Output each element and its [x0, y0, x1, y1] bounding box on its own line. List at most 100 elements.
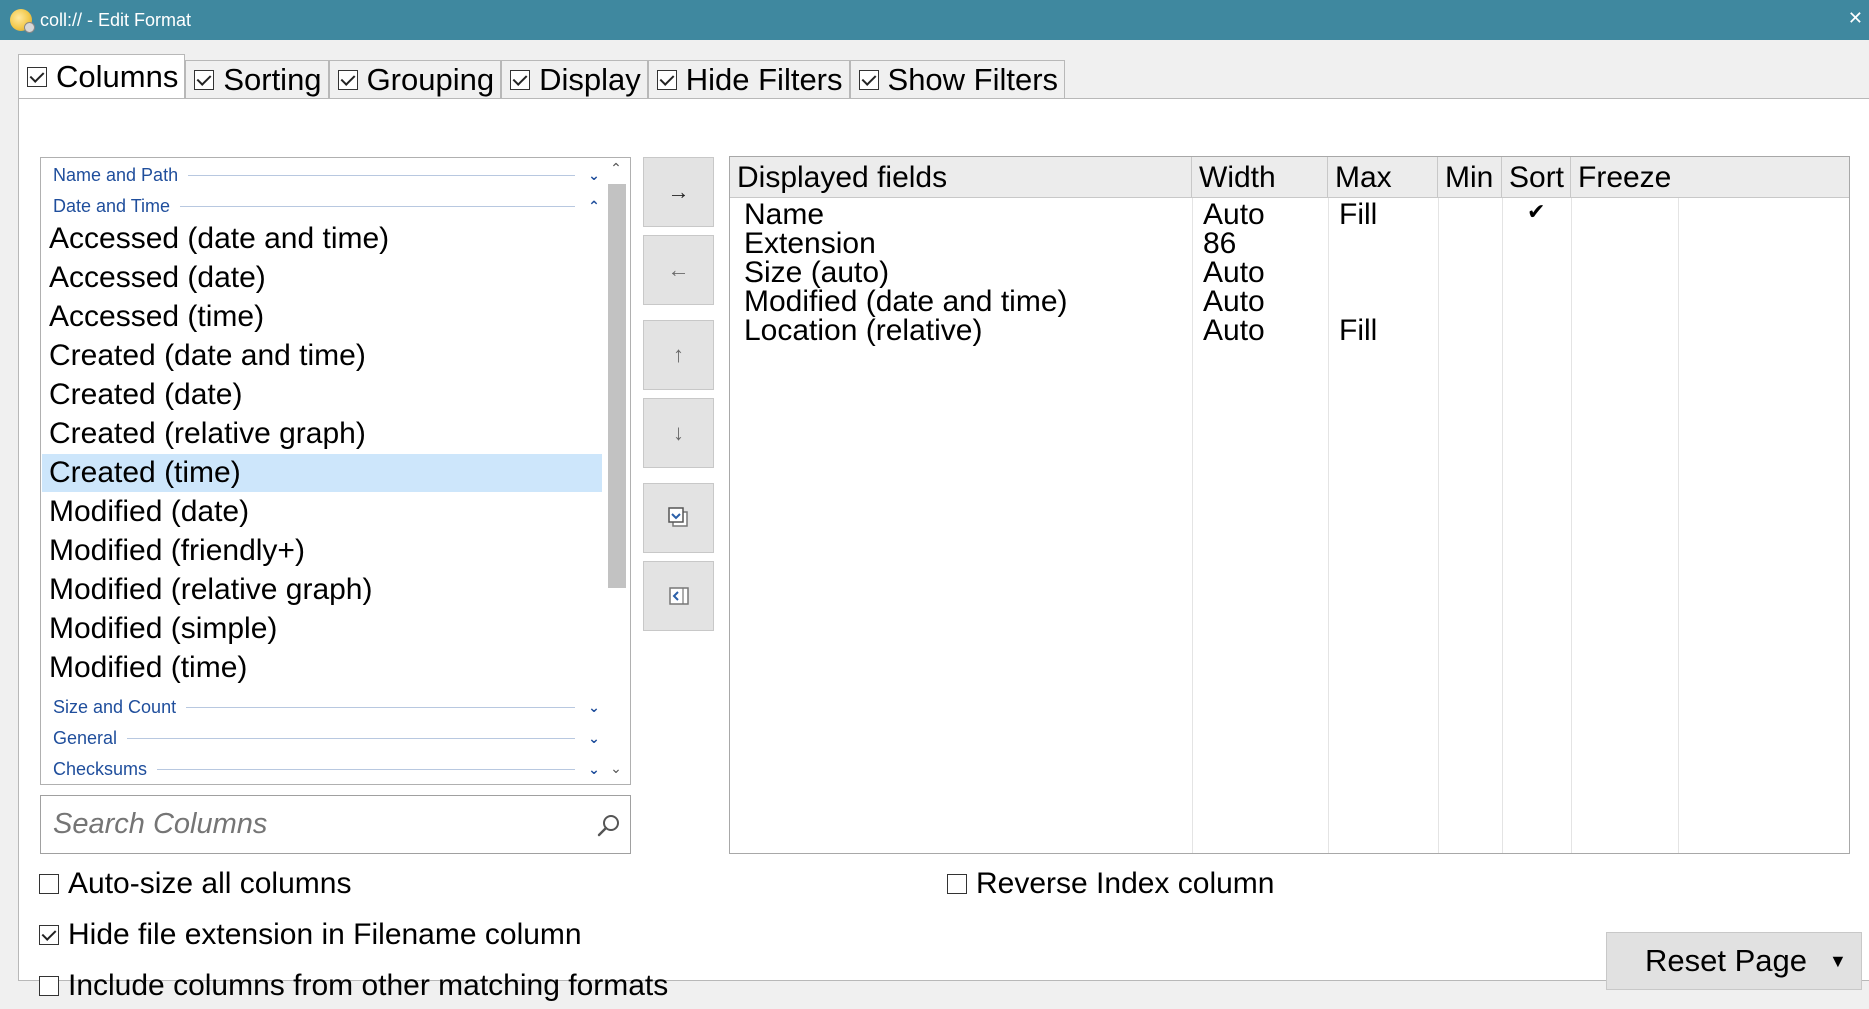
column-header-width[interactable]: Width	[1192, 157, 1328, 198]
sort-checkmark-icon[interactable]: ✔	[1527, 199, 1545, 225]
column-header-displayed-fields[interactable]: Displayed fields	[730, 157, 1192, 198]
table-cell-width[interactable]: Auto	[1203, 287, 1265, 317]
tab-label: Display	[539, 61, 641, 97]
group-header-checksums[interactable]: Checksums ⌄	[53, 754, 603, 784]
include-columns-option[interactable]: Include columns from other matching form…	[39, 966, 668, 1006]
column-header-max[interactable]: Max	[1328, 157, 1438, 198]
table-cell-max[interactable]: Fill	[1339, 200, 1377, 230]
remove-column-button[interactable]: ←	[643, 235, 714, 305]
arrow-down-icon: ↓	[673, 420, 684, 445]
arrow-left-icon: ←	[667, 257, 690, 282]
chevron-down-icon[interactable]: ⌄	[585, 730, 603, 747]
column-divider	[1678, 198, 1679, 853]
list-item[interactable]: Modified (simple)	[42, 610, 602, 648]
hide-extension-option[interactable]: Hide file extension in Filename column	[39, 915, 582, 955]
copy-columns-button[interactable]	[643, 483, 714, 553]
move-up-button[interactable]: ↑	[643, 320, 714, 390]
tab-sorting-checkbox[interactable]	[194, 69, 215, 90]
column-header-freeze[interactable]: Freeze	[1571, 157, 1849, 198]
hide-extension-label: Hide file extension in Filename column	[68, 918, 582, 951]
tab-label: Columns	[56, 58, 179, 94]
table-cell-width[interactable]: Auto	[1203, 258, 1265, 288]
group-header-name-and-path[interactable]: Name and Path ⌄	[53, 160, 603, 190]
group-header-size-and-count[interactable]: Size and Count ⌄	[53, 692, 603, 722]
table-cell-width[interactable]: Auto	[1203, 200, 1265, 230]
tab-label: Grouping	[366, 61, 495, 97]
search-columns-box[interactable]	[40, 795, 631, 854]
tab-display[interactable]: Display	[501, 60, 648, 98]
column-divider	[1328, 198, 1329, 853]
scroll-up-icon[interactable]: ⌃	[602, 160, 630, 182]
tab-grouping-checkbox[interactable]	[337, 69, 358, 90]
chevron-up-icon[interactable]: ⌃	[585, 198, 603, 215]
add-column-button[interactable]: →	[643, 157, 714, 227]
chevron-down-icon[interactable]: ⌄	[585, 167, 603, 184]
reverse-index-label: Reverse Index column	[976, 867, 1275, 900]
dropdown-arrow-icon[interactable]: ▼	[1829, 951, 1847, 972]
group-divider	[180, 205, 575, 207]
tab-show-filters-checkbox[interactable]	[858, 69, 879, 90]
table-cell-max[interactable]: Fill	[1339, 316, 1377, 346]
table-cell-field[interactable]: Extension	[744, 229, 876, 259]
group-divider	[127, 737, 575, 739]
list-item[interactable]: Modified (friendly+)	[42, 532, 602, 570]
list-item[interactable]: Created (date and time)	[42, 337, 602, 375]
close-icon[interactable]: ✕	[1848, 8, 1863, 29]
table-cell-width[interactable]: 86	[1203, 229, 1236, 259]
list-item[interactable]: Accessed (date and time)	[42, 220, 602, 258]
reverse-index-option[interactable]: Reverse Index column	[947, 864, 1274, 904]
list-item[interactable]: Modified (relative graph)	[42, 571, 602, 609]
autosize-label: Auto-size all columns	[68, 867, 352, 900]
available-fields-list[interactable]: Name and Path ⌄ Date and Time ⌃ Accessed…	[40, 157, 631, 785]
list-item[interactable]: Accessed (date)	[42, 259, 602, 297]
list-scrollbar[interactable]: ⌃ ⌄	[602, 158, 630, 784]
group-header-date-and-time[interactable]: Date and Time ⌃	[53, 191, 603, 221]
list-item[interactable]: Created (relative graph)	[42, 415, 602, 453]
list-item[interactable]: Created (date)	[42, 376, 602, 414]
scrollbar-thumb[interactable]	[608, 184, 626, 588]
list-item[interactable]: Modified (date)	[42, 493, 602, 531]
search-icon[interactable]	[596, 812, 622, 838]
chevron-down-icon[interactable]: ⌄	[585, 761, 603, 778]
table-cell-field[interactable]: Location (relative)	[744, 316, 982, 346]
tab-show-filters[interactable]: Show Filters	[849, 60, 1066, 98]
tab-hide-filters-checkbox[interactable]	[656, 69, 677, 90]
list-item[interactable]: Accessed (time)	[42, 298, 602, 336]
move-down-button[interactable]: ↓	[643, 398, 714, 468]
displayed-fields-table[interactable]: Displayed fields Width Max Min Sort Free…	[729, 156, 1850, 854]
panel-collapse-icon	[668, 587, 689, 605]
tab-grouping[interactable]: Grouping	[328, 60, 502, 98]
dialog-body: Columns Sorting Grouping Display Hide Fi…	[0, 40, 1869, 1009]
table-cell-width[interactable]: Auto	[1203, 316, 1265, 346]
tab-hide-filters[interactable]: Hide Filters	[647, 60, 850, 98]
list-item[interactable]: Modified (time)	[42, 649, 602, 687]
collapse-panel-button[interactable]	[643, 561, 714, 631]
tab-sorting[interactable]: Sorting	[185, 60, 329, 98]
chevron-down-icon[interactable]: ⌄	[585, 699, 603, 716]
reverse-index-checkbox[interactable]	[947, 874, 967, 894]
tab-label: Show Filters	[887, 61, 1059, 97]
autosize-option[interactable]: Auto-size all columns	[39, 864, 351, 904]
tab-display-checkbox[interactable]	[510, 69, 531, 90]
hide-extension-checkbox[interactable]	[39, 925, 59, 945]
tab-columns[interactable]: Columns	[18, 54, 186, 98]
search-input[interactable]	[51, 807, 591, 842]
table-cell-field[interactable]: Modified (date and time)	[744, 287, 1068, 317]
reset-page-label: Reset Page	[1645, 943, 1807, 978]
table-cell-field[interactable]: Size (auto)	[744, 258, 889, 288]
group-label: Date and Time	[53, 195, 171, 216]
column-divider	[1502, 198, 1503, 853]
reset-page-button[interactable]: Reset Page ▼	[1606, 932, 1862, 990]
tab-strip: Columns Sorting Grouping Display Hide Fi…	[18, 54, 1066, 98]
scroll-down-icon[interactable]: ⌄	[602, 760, 630, 782]
autosize-checkbox[interactable]	[39, 874, 59, 894]
include-columns-checkbox[interactable]	[39, 976, 59, 996]
tab-label: Sorting	[223, 61, 322, 97]
group-header-general[interactable]: General ⌄	[53, 723, 603, 753]
list-item-selected[interactable]: Created (time)	[42, 454, 602, 492]
table-cell-field[interactable]: Name	[744, 200, 824, 230]
column-divider	[1438, 198, 1439, 853]
tab-columns-checkbox[interactable]	[27, 66, 47, 87]
column-header-sort[interactable]: Sort	[1502, 157, 1571, 198]
column-header-min[interactable]: Min	[1438, 157, 1502, 198]
